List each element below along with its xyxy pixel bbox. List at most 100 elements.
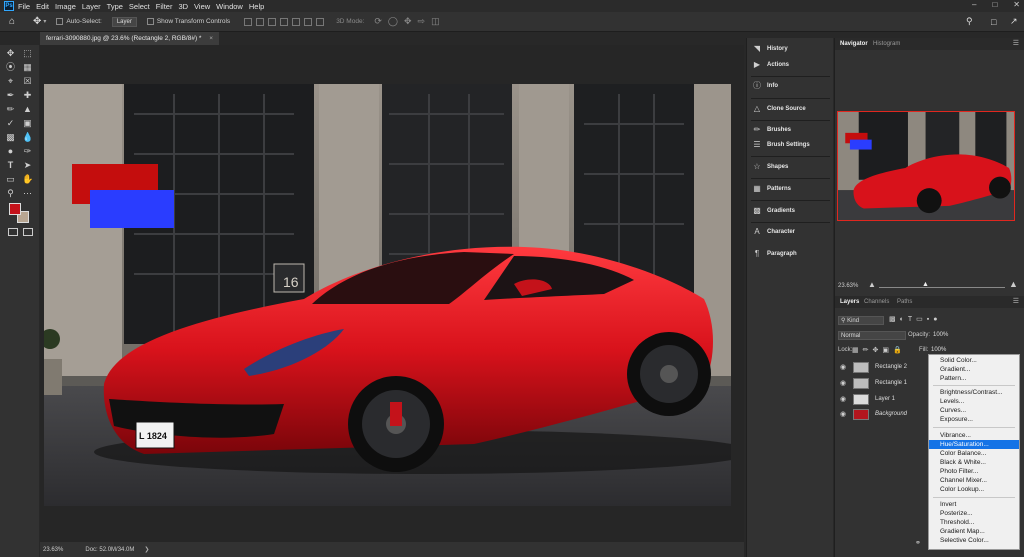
menu-item-hue-saturation[interactable]: Hue/Saturation... xyxy=(929,440,1019,449)
share-icon[interactable]: ↗ xyxy=(1010,16,1018,27)
move-tool-icon[interactable]: ✥ xyxy=(5,48,16,59)
menu-item-curves[interactable]: Curves... xyxy=(929,406,1019,415)
zoom-in-icon[interactable]: ▲ xyxy=(1009,279,1018,289)
blur-tool-icon[interactable]: 💧 xyxy=(22,132,33,143)
menu-item-selective-color[interactable]: Selective Color... xyxy=(929,536,1019,545)
pen-tool-icon[interactable]: ✑ xyxy=(22,146,33,157)
tab-channels[interactable]: Channels xyxy=(864,299,889,305)
marquee-tool-icon[interactable]: ⬚ xyxy=(22,48,33,59)
menu-item-vibrance[interactable]: Vibrance... xyxy=(929,431,1019,440)
menu-item-gradient-map[interactable]: Gradient Map... xyxy=(929,527,1019,536)
document-tab[interactable]: ferrari-3090880.jpg @ 23.6% (Rectangle 2… xyxy=(40,32,220,45)
auto-select-dropdown[interactable]: Layer xyxy=(111,16,137,27)
zoom-slider[interactable] xyxy=(879,287,1005,288)
image-canvas[interactable]: 16 L 1824 xyxy=(44,84,731,506)
menu-item-solid-color[interactable]: Solid Color... xyxy=(929,356,1019,365)
distribute-icon[interactable] xyxy=(316,17,325,26)
menu-item-posterize[interactable]: Posterize... xyxy=(929,509,1019,518)
auto-select-checkbox[interactable] xyxy=(56,18,64,25)
tab-layers[interactable]: Layers xyxy=(840,299,859,305)
layers-menu-icon[interactable]: ☰ xyxy=(1013,297,1019,305)
crop-tool-icon[interactable]: ⌖ xyxy=(5,76,16,87)
eye-icon[interactable]: ◉ xyxy=(840,410,848,418)
3d-roll-icon[interactable]: ◯ xyxy=(388,16,398,27)
menu-select[interactable]: Select xyxy=(129,2,150,11)
3d-slide-icon[interactable]: ⇨ xyxy=(418,16,426,27)
eyedropper-tool-icon[interactable]: ✒ xyxy=(5,90,16,101)
panel-patterns[interactable]: ▦ Patterns xyxy=(747,179,834,199)
panel-character[interactable]: A Character xyxy=(747,222,834,242)
search-icon[interactable]: ⚲ xyxy=(966,16,973,27)
align-right-icon[interactable] xyxy=(268,17,277,26)
menu-item-color-balance[interactable]: Color Balance... xyxy=(929,449,1019,458)
menu-item-pattern[interactable]: Pattern... xyxy=(929,374,1019,383)
panel-shapes[interactable]: ☆ Shapes xyxy=(747,157,834,177)
frame-tool-icon[interactable]: ☒ xyxy=(22,76,33,87)
menu-item-black-white[interactable]: Black & White... xyxy=(929,458,1019,467)
3d-rotate-icon[interactable]: ⟳ xyxy=(374,16,382,27)
menu-3d[interactable]: 3D xyxy=(178,2,188,11)
menu-item-photo-filter[interactable]: Photo Filter... xyxy=(929,467,1019,476)
close-icon[interactable]: ✕ xyxy=(1013,0,1020,9)
more-tools-icon[interactable]: ⋯ xyxy=(22,188,33,199)
menu-item-color-lookup[interactable]: Color Lookup... xyxy=(929,485,1019,494)
layer-row[interactable]: ◉ Layer 1 xyxy=(836,391,936,407)
align-center-icon[interactable] xyxy=(256,17,265,26)
panel-brush-settings[interactable]: ☰ Brush Settings xyxy=(747,135,834,155)
menu-item-threshold[interactable]: Threshold... xyxy=(929,518,1019,527)
zoom-out-icon[interactable]: ▲ xyxy=(868,280,876,289)
zoom-level[interactable]: 23.63% xyxy=(43,547,63,553)
spot-healing-tool-icon[interactable]: ✚ xyxy=(22,90,33,101)
lasso-tool-icon[interactable]: ⦿ xyxy=(5,62,16,73)
fill-value[interactable]: 100% xyxy=(931,347,946,353)
align-left-icon[interactable] xyxy=(244,17,253,26)
panel-info[interactable]: ⓘ Info xyxy=(747,76,834,96)
path-select-tool-icon[interactable]: ➤ xyxy=(22,160,33,171)
menu-image[interactable]: Image xyxy=(55,2,76,11)
menu-item-gradient[interactable]: Gradient... xyxy=(929,365,1019,374)
restore-icon[interactable]: □ xyxy=(992,0,997,9)
lock-icons[interactable]: ▦✏✥▣🔒 xyxy=(852,346,906,354)
layer-row[interactable]: ◉ Background xyxy=(836,406,936,422)
eye-icon[interactable]: ◉ xyxy=(840,395,848,403)
align-bottom-icon[interactable] xyxy=(304,17,313,26)
menu-layer[interactable]: Layer xyxy=(82,2,101,11)
nav-zoom-value[interactable]: 23.63% xyxy=(838,283,858,289)
quick-select-tool-icon[interactable]: ▦ xyxy=(22,62,33,73)
navigator-preview[interactable] xyxy=(837,111,1015,221)
menu-item-exposure[interactable]: Exposure... xyxy=(929,415,1019,424)
eye-icon[interactable]: ◉ xyxy=(840,363,848,371)
eraser-tool-icon[interactable]: ▣ xyxy=(22,118,33,129)
opacity-value[interactable]: 100% xyxy=(933,332,948,338)
chevron-down-icon[interactable]: ▾ xyxy=(43,18,46,25)
quick-mask-icon[interactable] xyxy=(8,228,18,236)
menu-help[interactable]: Help xyxy=(249,2,264,11)
rectangle-tool-icon[interactable]: ▭ xyxy=(5,174,16,185)
align-top-icon[interactable] xyxy=(280,17,289,26)
clone-stamp-tool-icon[interactable]: ▲ xyxy=(22,104,33,115)
type-tool-icon[interactable]: T xyxy=(5,160,16,171)
tab-paths[interactable]: Paths xyxy=(897,299,912,305)
layer-row[interactable]: ◉ Rectangle 1 xyxy=(836,375,936,391)
panel-gradients[interactable]: ▩ Gradients xyxy=(747,201,834,221)
menu-file[interactable]: File xyxy=(18,2,30,11)
panel-paragraph[interactable]: ¶ Paragraph xyxy=(747,244,834,264)
3d-scale-icon[interactable]: ◫ xyxy=(431,16,440,27)
show-transform-checkbox[interactable] xyxy=(146,18,154,25)
3d-pan-icon[interactable]: ✥ xyxy=(404,16,412,27)
minimize-icon[interactable]: – xyxy=(972,0,976,9)
dodge-tool-icon[interactable]: ● xyxy=(5,146,16,157)
brush-tool-icon[interactable]: ✏ xyxy=(5,104,16,115)
status-arrow-icon[interactable]: ❯ xyxy=(144,546,149,553)
hand-tool-icon[interactable]: ✋ xyxy=(22,174,33,185)
blend-mode-select[interactable]: Normal xyxy=(838,331,906,340)
history-brush-tool-icon[interactable]: ✓ xyxy=(5,118,16,129)
align-middle-icon[interactable] xyxy=(292,17,301,26)
panel-clone-source[interactable]: △ Clone Source xyxy=(747,99,834,119)
tab-histogram[interactable]: Histogram xyxy=(873,41,900,47)
menu-view[interactable]: View xyxy=(194,2,210,11)
zoom-tool-icon[interactable]: ⚲ xyxy=(5,188,16,199)
menu-item-channel-mixer[interactable]: Channel Mixer... xyxy=(929,476,1019,485)
move-tool-icon[interactable]: ✥ xyxy=(33,16,41,27)
gradient-tool-icon[interactable]: ▩ xyxy=(5,132,16,143)
